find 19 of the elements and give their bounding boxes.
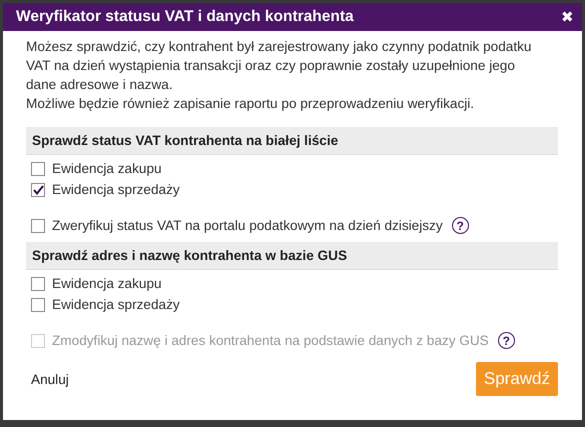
window-title: Weryfikator statusu VAT i danych kontrahenta — [16, 8, 354, 26]
checkbox-label: Zmodyfikuj nazwę i adres kontrahenta na podstawie danych z bazy GUS — [52, 333, 489, 348]
checkbox-label: Ewidencja zakupu — [52, 276, 162, 291]
checkbox-label: Ewidencja zakupu — [52, 161, 162, 176]
help-icon[interactable]: ? — [452, 217, 469, 234]
checkbox[interactable] — [31, 298, 45, 312]
close-button[interactable]: ✖ — [561, 8, 574, 26]
checkbox[interactable] — [31, 182, 45, 196]
checkbox[interactable] — [31, 162, 45, 176]
checkbox[interactable] — [31, 276, 45, 290]
checkbox[interactable] — [31, 218, 45, 232]
intro-paragraph: Możliwe będzie również zapisanie raportu po przeprowadzeniu weryfikacji. — [26, 95, 476, 113]
checkbox-label: Zweryfikuj status VAT na portalu podatkowym na dzień dzisiejszy — [52, 218, 443, 233]
section-heading: Sprawdź adres i nazwę kontrahenta w bazie GUS — [26, 242, 558, 270]
checkbox-label: Ewidencja sprzedaży — [52, 297, 180, 312]
intro-paragraph: Możesz sprawdzić, czy kontrahent był zarejestrowany jako czynny podatnik podatku VAT na dzień wystąpienia transakcji oraz czy poprawnie zostały uzupełnione jego dane adresowe i nazwa. — [26, 38, 532, 94]
checkbox-label: Ewidencja sprzedaży — [52, 182, 180, 197]
section-heading: Sprawdź status VAT kontrahenta na białej liście — [26, 127, 558, 155]
cancel-link[interactable]: Anuluj — [31, 372, 69, 386]
